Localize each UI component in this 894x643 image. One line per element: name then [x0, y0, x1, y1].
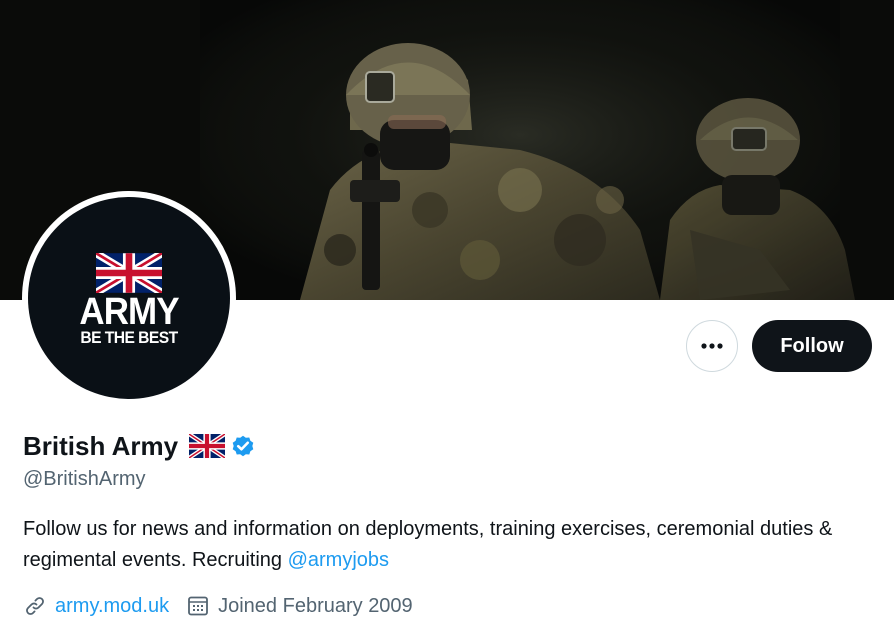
- follow-button[interactable]: Follow: [752, 320, 872, 372]
- profile-bio: Follow us for news and information on de…: [23, 514, 873, 576]
- profile-header: ARMY BE THE BEST Follow British Army @Br…: [0, 0, 894, 643]
- avatar-logo: ARMY BE THE BEST: [28, 197, 230, 399]
- uk-flag-icon: [189, 434, 226, 458]
- avatar-tagline: BE THE BEST: [80, 328, 178, 347]
- link-icon: [26, 597, 44, 615]
- display-name: British Army: [23, 430, 179, 461]
- profile-avatar[interactable]: ARMY BE THE BEST: [22, 191, 236, 405]
- more-options-button[interactable]: [686, 320, 738, 372]
- website-link[interactable]: army.mod.uk: [55, 595, 169, 618]
- avatar-wordmark: ARMY: [79, 291, 179, 333]
- verified-badge-icon[interactable]: [230, 433, 256, 459]
- profile-handle: @BritishArmy: [23, 468, 146, 490]
- calendar-icon: [188, 596, 209, 616]
- display-name-row: British Army: [23, 429, 256, 463]
- bio-mention-link[interactable]: @armyjobs: [288, 549, 389, 571]
- bio-text: Follow us for news and information on de…: [23, 518, 833, 571]
- uk-flag-icon: [96, 253, 162, 293]
- joined-date: Joined February 2009: [218, 594, 413, 617]
- profile-meta: army.mod.uk Joined February 2009: [23, 592, 413, 620]
- more-options-icon: [701, 343, 723, 349]
